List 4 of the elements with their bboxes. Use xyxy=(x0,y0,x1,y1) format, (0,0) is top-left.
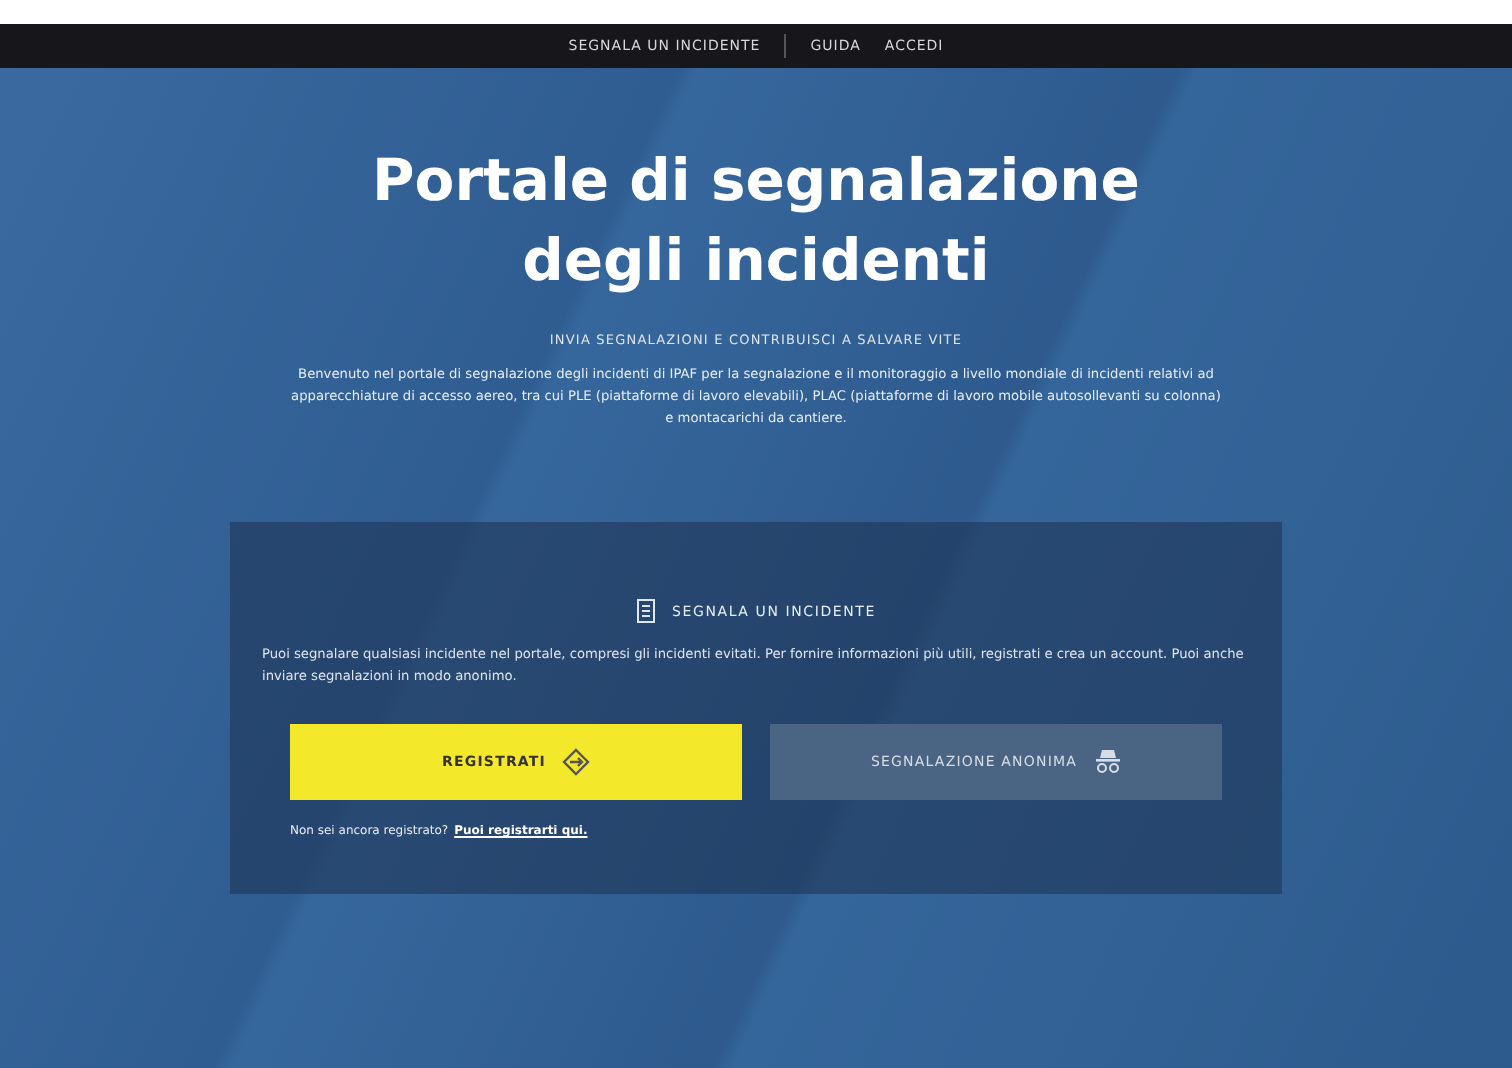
page-title: Portale di segnalazione degli incidenti xyxy=(370,144,1142,298)
document-icon xyxy=(636,598,656,624)
incognito-icon xyxy=(1093,750,1122,774)
arrow-diamond-icon xyxy=(561,748,590,776)
